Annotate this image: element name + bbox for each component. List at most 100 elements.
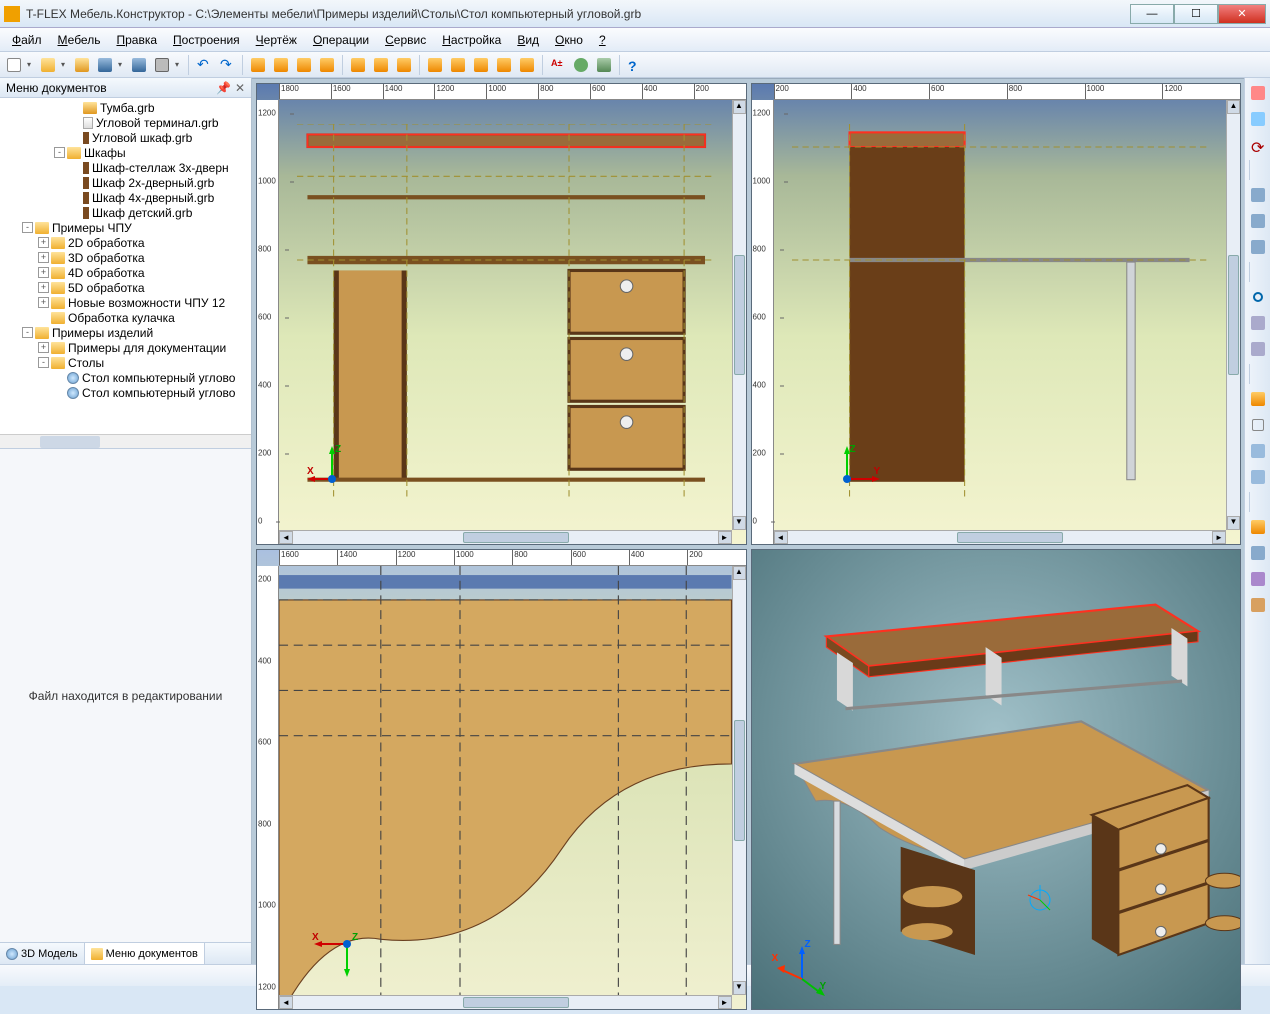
tool-button[interactable]	[571, 55, 591, 75]
dropdown-icon[interactable]: ▾	[175, 60, 183, 69]
scrollbar-vertical[interactable]: ▲▼	[1226, 100, 1240, 530]
menu-операции[interactable]: Операции	[305, 31, 377, 49]
scrollbar-vertical[interactable]: ▲▼	[732, 100, 746, 530]
title-bar: T-FLEX Мебель.Конструктор - C:\Элементы …	[0, 0, 1270, 28]
scrollbar-horizontal[interactable]: ◄►	[774, 530, 1227, 544]
maximize-button[interactable]: ☐	[1174, 4, 1218, 24]
dropdown-icon[interactable]: ▾	[118, 60, 126, 69]
rotate-button[interactable]: ⟳	[1247, 134, 1269, 156]
tool-button[interactable]	[517, 55, 537, 75]
view-tool-button[interactable]	[1247, 338, 1269, 360]
tool-button[interactable]	[317, 55, 337, 75]
shade-button[interactable]	[1247, 388, 1269, 410]
tree-item[interactable]: Угловой шкаф.grb	[0, 130, 251, 145]
tool-button[interactable]	[294, 55, 314, 75]
tree-item[interactable]: Стол компьютерный углово	[0, 370, 251, 385]
view-mode-button[interactable]	[1247, 568, 1269, 590]
tree-item[interactable]: +2D обработка	[0, 235, 251, 250]
view-tool-button[interactable]	[1247, 210, 1269, 232]
open-button[interactable]	[38, 55, 58, 75]
view-mode-button[interactable]	[1247, 542, 1269, 564]
tool-button[interactable]	[271, 55, 291, 75]
left-tab[interactable]: Меню документов	[85, 943, 205, 964]
tree-item[interactable]: Тумба.grb	[0, 100, 251, 115]
menu-правка[interactable]: Правка	[108, 31, 165, 49]
left-tab[interactable]: 3D Модель	[0, 943, 85, 964]
view-gizmo[interactable]	[1020, 880, 1070, 930]
tree-item[interactable]: -Примеры ЧПУ	[0, 220, 251, 235]
menu-настройка[interactable]: Настройка	[434, 31, 509, 49]
dropdown-icon[interactable]: ▾	[27, 60, 35, 69]
save-button[interactable]	[95, 55, 115, 75]
tree-item[interactable]: -Шкафы	[0, 145, 251, 160]
3d-button[interactable]	[594, 55, 614, 75]
view-mode-button[interactable]	[1247, 594, 1269, 616]
tree-item[interactable]: Шкаф детский.grb	[0, 205, 251, 220]
viewport-3d[interactable]: X Z Y	[751, 549, 1242, 1011]
tool-button[interactable]	[425, 55, 445, 75]
tree-item[interactable]: Стол компьютерный углово	[0, 385, 251, 400]
axis-gizmo: X Z	[312, 924, 362, 974]
redo-button[interactable]: ↷	[217, 55, 237, 75]
viewport-side[interactable]: 20040060080010001200 1200100080060040020…	[751, 83, 1242, 545]
help-button[interactable]: ?	[625, 55, 645, 75]
scrollbar-horizontal[interactable]: ◄►	[279, 530, 732, 544]
menu-мебель[interactable]: Мебель	[50, 31, 109, 49]
menu-?[interactable]: ?	[591, 31, 614, 49]
tool-button[interactable]	[394, 55, 414, 75]
tree-item[interactable]: +3D обработка	[0, 250, 251, 265]
view-tool-button[interactable]	[1247, 108, 1269, 130]
tree-item[interactable]: +5D обработка	[0, 280, 251, 295]
print-button[interactable]	[152, 55, 172, 75]
cube-button[interactable]	[1247, 516, 1269, 538]
view-tool-button[interactable]	[1247, 466, 1269, 488]
close-button[interactable]: ✕	[1218, 4, 1266, 24]
view-tool-button[interactable]	[1247, 236, 1269, 258]
menu-вид[interactable]: Вид	[509, 31, 547, 49]
close-panel-icon[interactable]: ✕	[235, 81, 245, 95]
view-tool-button[interactable]	[1247, 440, 1269, 462]
tool-button[interactable]	[371, 55, 391, 75]
menu-файл[interactable]: Файл	[4, 31, 50, 49]
menu-сервис[interactable]: Сервис	[377, 31, 434, 49]
menu-построения[interactable]: Построения	[165, 31, 248, 49]
zoom-button[interactable]	[1247, 286, 1269, 308]
scrollbar-horizontal[interactable]: ◄►	[279, 995, 732, 1009]
menu-окно[interactable]: Окно	[547, 31, 591, 49]
menu-чертёж[interactable]: Чертёж	[248, 31, 305, 49]
minimize-button[interactable]: —	[1130, 4, 1174, 24]
undo-button[interactable]: ↶	[194, 55, 214, 75]
pin-icon[interactable]: 📌	[216, 81, 231, 95]
scrollbar-vertical[interactable]: ▲▼	[732, 566, 746, 996]
tree-item[interactable]: +4D обработка	[0, 265, 251, 280]
viewport-front[interactable]: 18001600140012001000800600400200 1200100…	[256, 83, 747, 545]
new-button[interactable]	[4, 55, 24, 75]
viewport-top[interactable]: 1600140012001000800600400200 20040060080…	[256, 549, 747, 1011]
tree-item[interactable]: -Примеры изделий	[0, 325, 251, 340]
tree-item[interactable]: -Столы	[0, 355, 251, 370]
left-tabs: 3D МодельМеню документов	[0, 942, 251, 964]
wireframe-button[interactable]	[1247, 414, 1269, 436]
tree-item[interactable]: Угловой терминал.grb	[0, 115, 251, 130]
pan-button[interactable]	[1247, 312, 1269, 334]
save-all-button[interactable]	[129, 55, 149, 75]
view-tool-button[interactable]	[1247, 82, 1269, 104]
tree-item[interactable]: Обработка кулачка	[0, 310, 251, 325]
library-button[interactable]	[72, 55, 92, 75]
tree-item[interactable]: +Новые возможности ЧПУ 12	[0, 295, 251, 310]
tree-scrollbar[interactable]	[0, 434, 251, 448]
axis-gizmo: Z X	[307, 444, 357, 494]
tool-button[interactable]	[448, 55, 468, 75]
tool-button[interactable]	[348, 55, 368, 75]
tree-item[interactable]: Шкаф 2х-дверный.grb	[0, 175, 251, 190]
tool-button[interactable]	[471, 55, 491, 75]
tree-item[interactable]: Шкаф 4х-дверный.grb	[0, 190, 251, 205]
tree-item[interactable]: +Примеры для документации	[0, 340, 251, 355]
dropdown-icon[interactable]: ▾	[61, 60, 69, 69]
tree-item[interactable]: Шкаф-стеллаж 3х-дверн	[0, 160, 251, 175]
tool-button[interactable]	[248, 55, 268, 75]
view-tool-button[interactable]	[1247, 184, 1269, 206]
variables-button[interactable]: A±	[548, 55, 568, 75]
document-tree[interactable]: Тумба.grbУгловой терминал.grbУгловой шка…	[0, 98, 251, 434]
tool-button[interactable]	[494, 55, 514, 75]
